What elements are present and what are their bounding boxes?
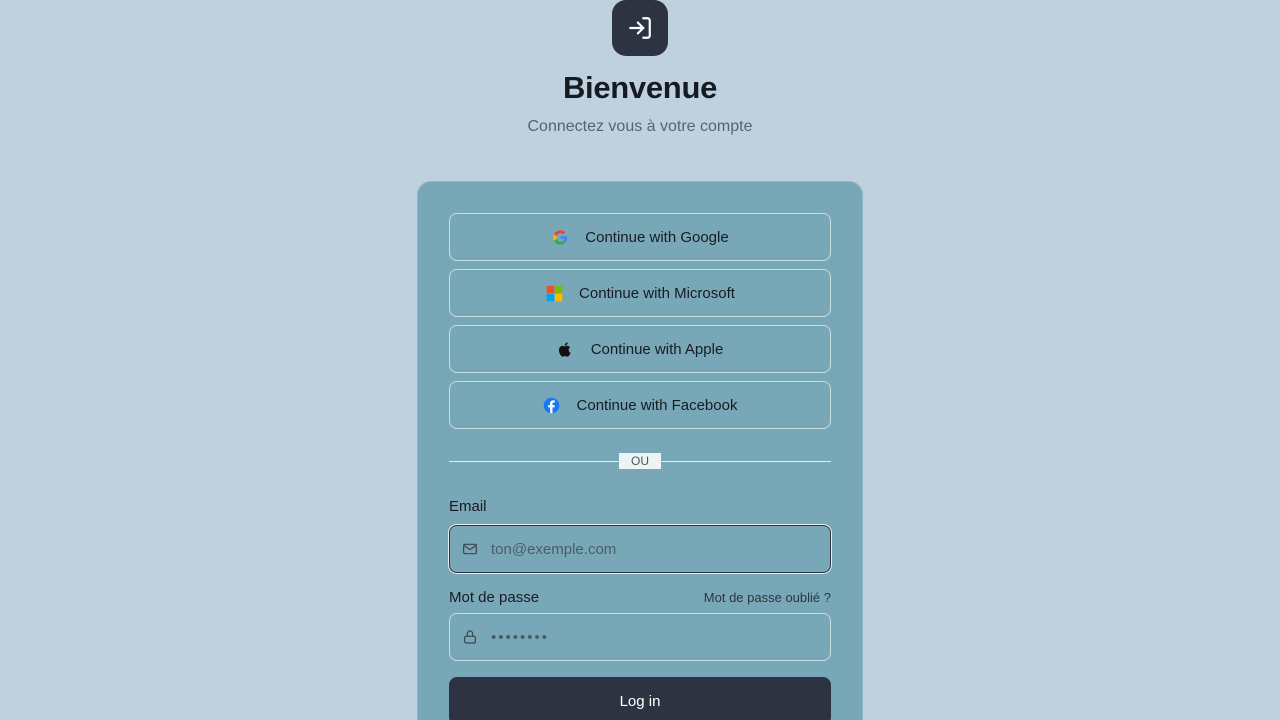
email-label: Email xyxy=(449,498,487,515)
email-field[interactable] xyxy=(449,525,831,573)
forgot-password-link[interactable]: Mot de passe oublié ? xyxy=(704,590,831,605)
microsoft-icon xyxy=(545,284,563,302)
apple-login-label: Continue with Apple xyxy=(590,340,724,358)
page-title: Bienvenue xyxy=(562,70,718,105)
mail-icon xyxy=(461,541,478,558)
microsoft-login-label: Continue with Microsoft xyxy=(579,284,735,302)
apple-login-button[interactable]: Continue with Apple xyxy=(449,325,831,373)
google-icon xyxy=(551,228,569,246)
login-button[interactable]: Log in xyxy=(449,677,831,720)
divider-label: OU xyxy=(619,453,661,469)
app-logo xyxy=(612,0,668,56)
password-field[interactable]: •••••••• xyxy=(449,613,831,661)
facebook-login-label: Continue with Facebook xyxy=(576,396,738,414)
facebook-login-button[interactable]: Continue with Facebook xyxy=(449,381,831,429)
password-input[interactable]: •••••••• xyxy=(491,629,549,646)
email-input[interactable] xyxy=(491,529,811,569)
login-arrow-icon xyxy=(629,17,651,39)
login-card: Continue with Google Continue with Micro… xyxy=(417,181,863,720)
microsoft-login-button[interactable]: Continue with Microsoft xyxy=(449,269,831,317)
login-page: Bienvenue Connectez vous à votre compte … xyxy=(0,0,1280,720)
facebook-icon xyxy=(543,396,561,414)
apple-icon xyxy=(557,340,575,358)
google-login-button[interactable]: Continue with Google xyxy=(449,213,831,261)
password-label: Mot de passe xyxy=(449,589,540,606)
google-login-label: Continue with Google xyxy=(585,228,729,246)
or-divider: OU xyxy=(449,453,831,471)
lock-icon xyxy=(461,629,478,646)
page-subtitle: Connectez vous à votre compte xyxy=(527,118,753,135)
